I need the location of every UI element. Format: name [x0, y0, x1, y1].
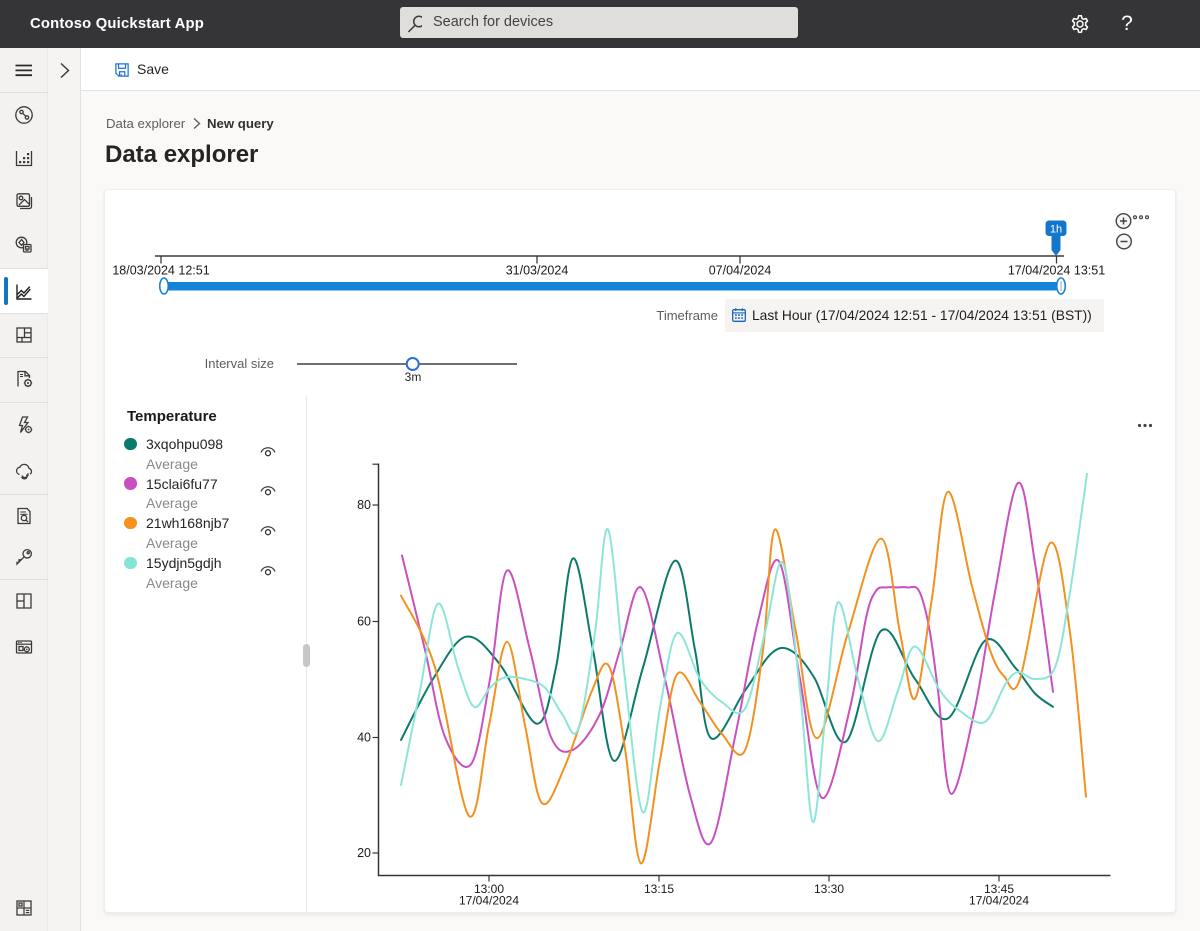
- svg-text:31/03/2024: 31/03/2024: [506, 264, 569, 278]
- svg-text:13:15: 13:15: [644, 882, 674, 896]
- svg-text:80: 80: [357, 498, 371, 512]
- svg-text:17/04/2024: 17/04/2024: [459, 894, 519, 908]
- svg-text:20: 20: [357, 846, 371, 860]
- svg-text:07/04/2024: 07/04/2024: [709, 264, 772, 278]
- svg-text:17/04/2024: 17/04/2024: [969, 894, 1029, 908]
- svg-text:40: 40: [357, 731, 371, 745]
- svg-text:18/03/2024 12:51: 18/03/2024 12:51: [112, 264, 209, 278]
- svg-text:1h: 1h: [1050, 224, 1062, 236]
- svg-text:17/04/2024 13:51: 17/04/2024 13:51: [1008, 264, 1105, 278]
- svg-text:60: 60: [357, 615, 371, 629]
- svg-text:13:30: 13:30: [814, 882, 844, 896]
